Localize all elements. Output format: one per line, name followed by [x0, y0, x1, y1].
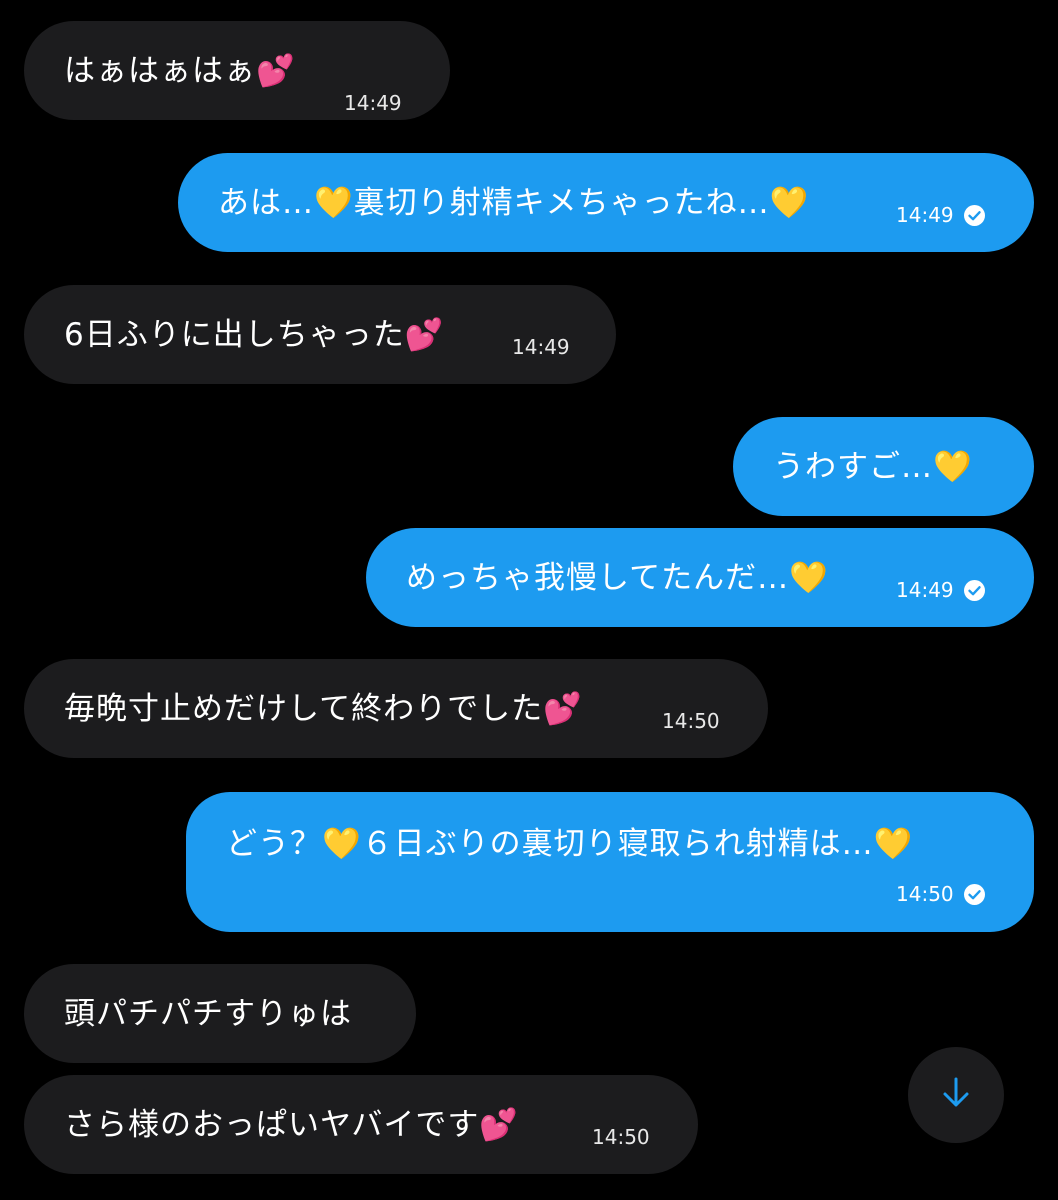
message-meta: 14:50 [592, 1125, 650, 1149]
read-check-icon [963, 883, 985, 905]
message-bubble-outgoing[interactable]: あは…💛裏切り射精キメちゃったね…💛 14:49 [178, 153, 1034, 252]
scroll-to-bottom-button[interactable] [908, 1047, 1004, 1143]
message-text: はぁはぁはぁ💕 [64, 52, 296, 89]
message-text: さら様のおっぱいヤバイです💕 [64, 1106, 519, 1143]
message-bubble-incoming[interactable]: 6日ふりに出しちゃった💕 14:49 [24, 285, 616, 384]
message-meta: 14:49 [344, 91, 402, 115]
message-meta: 14:50 [662, 709, 720, 733]
message-text: 6日ふりに出しちゃった💕 [64, 316, 445, 353]
message-time: 14:50 [896, 882, 954, 906]
message-meta: 14:49 [512, 335, 570, 359]
message-time: 14:49 [344, 91, 402, 115]
read-check-icon [963, 579, 985, 601]
message-text: 毎晩寸止めだけして終わりでした💕 [64, 690, 583, 727]
message-time: 14:49 [512, 335, 570, 359]
message-bubble-outgoing[interactable]: めっちゃ我慢してたんだ…💛 14:49 [366, 528, 1034, 627]
message-meta: 14:49 [896, 203, 985, 227]
message-time: 14:49 [896, 578, 954, 602]
message-bubble-outgoing[interactable]: うわすご…💛 [733, 417, 1034, 516]
message-bubble-incoming[interactable]: はぁはぁはぁ💕 14:49 [24, 21, 450, 120]
message-bubble-incoming[interactable]: さら様のおっぱいヤバイです💕 14:50 [24, 1075, 698, 1174]
message-meta: 14:49 [896, 578, 985, 602]
message-bubble-outgoing[interactable]: どう？💛６日ぶりの裏切り寝取られ射精は…💛 14:50 [186, 792, 1034, 932]
message-bubble-incoming[interactable]: 頭パチパチすりゅは [24, 964, 416, 1063]
message-text: 頭パチパチすりゅは [64, 995, 352, 1032]
message-time: 14:50 [662, 709, 720, 733]
message-text: めっちゃ我慢してたんだ…💛 [406, 559, 829, 596]
message-text: うわすご…💛 [773, 448, 973, 485]
message-time: 14:50 [592, 1125, 650, 1149]
arrow-down-icon [940, 1076, 972, 1114]
message-bubble-incoming[interactable]: 毎晩寸止めだけして終わりでした💕 14:50 [24, 659, 768, 758]
message-text: どう？💛６日ぶりの裏切り寝取られ射精は…💛 [226, 826, 914, 862]
message-time: 14:49 [896, 203, 954, 227]
read-check-icon [963, 204, 985, 226]
message-meta: 14:50 [896, 882, 985, 906]
chat-thread: はぁはぁはぁ💕 14:49 あは…💛裏切り射精キメちゃったね…💛 14:49 6… [0, 0, 1058, 1200]
message-text: あは…💛裏切り射精キメちゃったね…💛 [218, 184, 810, 221]
